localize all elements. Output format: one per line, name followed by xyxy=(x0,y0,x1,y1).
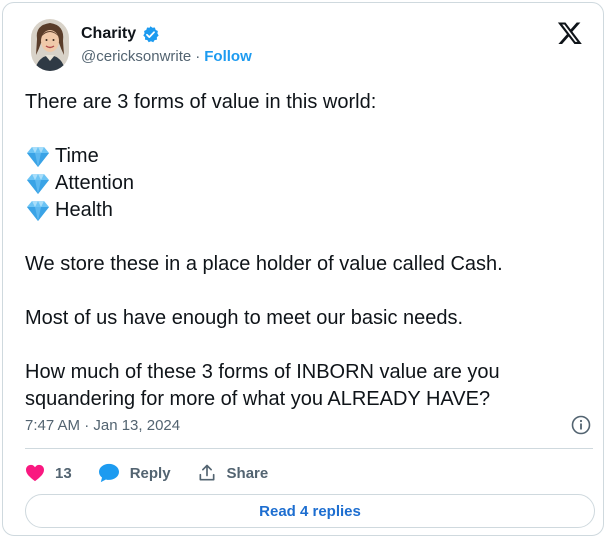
tweet-actions: 13 Reply Share xyxy=(25,459,294,487)
follow-button[interactable]: Follow xyxy=(204,48,252,65)
value-label: Health xyxy=(55,199,113,221)
heart-icon xyxy=(25,464,45,482)
value-item: Time xyxy=(25,143,585,170)
value-item: Health xyxy=(25,197,585,224)
tweet-card: Charity @cericksonwrite · Follow There a xyxy=(2,2,604,536)
share-label: Share xyxy=(226,464,269,482)
like-button[interactable]: 13 xyxy=(25,464,72,482)
reply-button[interactable]: Reply xyxy=(98,463,171,483)
tweet-line-needs: Most of us have enough to meet our basic… xyxy=(25,307,464,329)
info-icon[interactable] xyxy=(571,415,591,435)
speech-bubble-icon xyxy=(98,463,120,483)
avatar[interactable] xyxy=(31,19,69,71)
handle-separator: · xyxy=(195,48,201,65)
gem-stone-icon xyxy=(25,146,51,168)
author-info: Charity @cericksonwrite · Follow xyxy=(81,23,252,65)
share-upload-icon xyxy=(197,463,217,483)
author-name[interactable]: Charity xyxy=(81,25,136,43)
tweet-timestamp[interactable]: 7:47 AM · Jan 13, 2024 xyxy=(25,417,180,434)
author-handle[interactable]: @cericksonwrite xyxy=(81,48,191,65)
gem-stone-icon xyxy=(25,200,51,222)
tweet-header: Charity @cericksonwrite · Follow xyxy=(21,15,591,73)
like-count: 13 xyxy=(55,464,72,482)
x-logo-icon[interactable] xyxy=(557,20,583,46)
share-button[interactable]: Share xyxy=(197,463,269,483)
tweet-intro: There are 3 forms of value in this world… xyxy=(25,91,377,113)
divider xyxy=(25,448,593,449)
value-item: Attention xyxy=(25,170,585,197)
verified-badge-icon xyxy=(141,25,160,44)
value-label: Time xyxy=(55,145,99,167)
tweet-text: There are 3 forms of value in this world… xyxy=(25,89,585,413)
tweet-line-question: How much of these 3 forms of INBORN valu… xyxy=(25,361,500,410)
read-replies-button[interactable]: Read 4 replies xyxy=(25,494,595,528)
gem-stone-icon xyxy=(25,173,51,195)
reply-label: Reply xyxy=(129,464,171,482)
tweet-line-cash: We store these in a place holder of valu… xyxy=(25,253,503,275)
value-label: Attention xyxy=(55,172,134,194)
